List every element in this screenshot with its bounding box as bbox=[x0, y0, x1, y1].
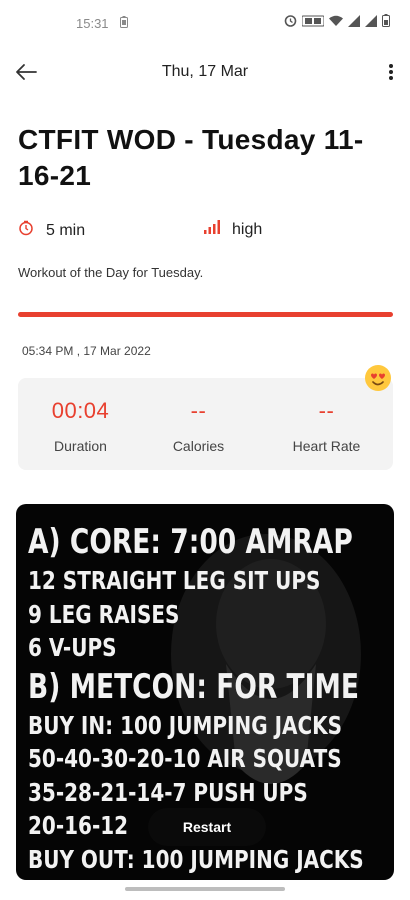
wod-line: 6 V-UPS bbox=[28, 633, 117, 662]
wod-line: A) CORE: 7:00 AMRAP bbox=[28, 522, 353, 562]
restart-button[interactable]: Restart bbox=[148, 808, 266, 846]
wod-line: 50-40-30-20-10 AIR SQUATS bbox=[28, 744, 342, 773]
status-icons bbox=[284, 14, 390, 27]
workout-title: CTFIT WOD - Tuesday 11-16-21 bbox=[18, 124, 364, 191]
wod-line: 12 STRAIGHT LEG SIT UPS bbox=[28, 566, 321, 595]
stats-card: 00:04 Duration -- Calories -- Heart Rate bbox=[18, 378, 393, 470]
wod-line: B) METCON: FOR TIME bbox=[28, 666, 359, 707]
signal-icon bbox=[348, 14, 360, 27]
intensity-value: high bbox=[232, 220, 263, 238]
workout-meta: 5 min high bbox=[18, 220, 398, 244]
signal-icon-2 bbox=[365, 14, 377, 27]
wifi-icon bbox=[329, 15, 343, 26]
duration-value: 5 min bbox=[46, 221, 86, 239]
battery-icon bbox=[382, 14, 390, 27]
wod-line: BUY IN: 100 JUMPING JACKS bbox=[28, 710, 343, 740]
battery-saver-icon bbox=[120, 15, 128, 33]
alarm-icon bbox=[284, 14, 297, 27]
stat-calories: -- Calories bbox=[136, 378, 261, 470]
network-speed-icon bbox=[302, 15, 324, 27]
status-time: 15:31 bbox=[76, 16, 109, 31]
more-options-button[interactable] bbox=[386, 60, 396, 84]
workout-progress-bar bbox=[18, 312, 393, 317]
status-bar: 15:31 bbox=[0, 0, 410, 44]
wod-line: BUY OUT: 100 JUMPING JACKS bbox=[28, 844, 364, 874]
intensity-meta: high bbox=[204, 220, 262, 239]
page-date-title: Thu, 17 Mar bbox=[161, 63, 249, 80]
heart-eyes-emoji-icon[interactable] bbox=[364, 364, 392, 392]
stat-value: -- bbox=[190, 398, 207, 423]
wod-line: 35-28-21-14-7 PUSH UPS bbox=[28, 777, 308, 807]
stat-value: 00:04 bbox=[51, 398, 110, 423]
stat-value: -- bbox=[318, 398, 335, 423]
workout-description: Workout of the Day for Tuesday. bbox=[18, 265, 204, 280]
stat-label: Duration bbox=[54, 438, 107, 454]
app-bar: Thu, 17 Mar bbox=[0, 50, 410, 94]
more-vertical-icon bbox=[386, 64, 396, 88]
workout-timestamp: 05:34 PM , 17 Mar 2022 bbox=[22, 344, 151, 358]
duration-meta: 5 min bbox=[18, 220, 85, 241]
wod-line: 9 LEG RAISES bbox=[28, 599, 180, 629]
stat-label: Heart Rate bbox=[292, 438, 361, 454]
signal-bars-icon bbox=[204, 220, 220, 239]
home-indicator[interactable] bbox=[125, 887, 285, 891]
stat-duration: 00:04 Duration bbox=[18, 378, 143, 470]
stat-label: Calories bbox=[172, 438, 225, 454]
timer-icon bbox=[18, 220, 34, 241]
